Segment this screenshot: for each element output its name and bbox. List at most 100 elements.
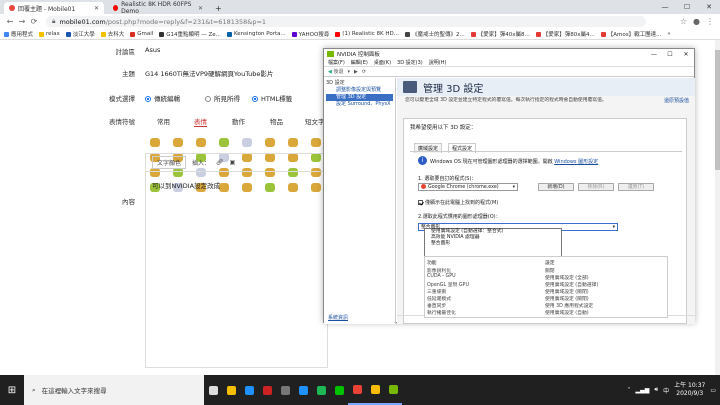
taskbar-search-input[interactable]: ⌕ 在這裡輸入文字來搜尋 — [24, 375, 204, 405]
menu-dots-icon[interactable]: ⋮ — [706, 17, 714, 26]
bookmark-item[interactable]: Gmail — [130, 31, 153, 37]
minimize-button[interactable]: — — [654, 0, 676, 14]
restore-program-button[interactable]: 還原(T) — [618, 183, 654, 191]
bookmark-item[interactable]: relax — [39, 31, 60, 37]
bookmark-more[interactable]: » — [667, 31, 670, 37]
emoji-tab-text[interactable]: 短文字 — [305, 116, 325, 126]
bookmark-apps[interactable]: 應用程式 — [4, 30, 33, 38]
menu-desktop[interactable]: 桌面(K) — [374, 59, 391, 66]
back-dropdown-icon[interactable]: ▾ — [347, 69, 350, 75]
bookmark-item[interactable]: 去科大 — [100, 30, 124, 38]
maximize-button[interactable]: ☐ — [662, 51, 678, 58]
clock[interactable]: 上午 10:37 2020/9/3 — [674, 382, 705, 398]
emoji-icon[interactable] — [219, 138, 229, 147]
emoji-icon[interactable] — [196, 138, 206, 147]
taskbar-app-explorer[interactable] — [222, 375, 240, 405]
tab-close-icon[interactable]: ✕ — [94, 5, 99, 12]
bookmark-item[interactable]: (1) Realistic 8K HD... — [335, 31, 399, 37]
setting-value[interactable]: 使用廣域設定 (關閉) — [545, 295, 589, 302]
volume-icon[interactable]: 🔊︎ — [654, 386, 658, 394]
taskbar-app-spotify[interactable] — [312, 375, 330, 405]
scrollbar-thumb[interactable] — [715, 50, 720, 170]
taskbar-app-chrome2[interactable] — [366, 375, 384, 405]
tab-close-icon[interactable]: ✕ — [198, 5, 203, 12]
forward-arrow-icon[interactable]: ▶ — [354, 69, 358, 75]
emoji-tab-faces[interactable]: 表情 — [194, 116, 207, 127]
refresh-icon[interactable]: ⟳ — [362, 69, 366, 75]
mode-traditional-radio[interactable]: 傳統編輯 — [145, 93, 180, 103]
taskbar-app-line[interactable] — [330, 375, 348, 405]
menu-3d-settings[interactable]: 3D 設定(3) — [397, 59, 423, 66]
taskbar-app-task-view[interactable] — [204, 375, 222, 405]
restore-defaults-link[interactable]: 還原預設值 — [664, 97, 689, 104]
close-button[interactable]: ✕ — [678, 51, 694, 58]
forward-arrow-icon[interactable]: → — [16, 17, 28, 26]
emoji-icon[interactable] — [311, 138, 321, 147]
back-button[interactable]: ◀ 後退 — [328, 68, 343, 75]
bookmark-item[interactable]: YAHOO搜尋 — [291, 30, 329, 38]
tab-realistic-demo[interactable]: Realistic 8K HDR 60FPS Demo ✕ — [108, 1, 208, 15]
taskbar-app-app5[interactable] — [276, 375, 294, 405]
tray-expand-icon[interactable]: ˄ — [627, 387, 630, 394]
windows-start-icon[interactable]: ⊞ — [0, 375, 24, 405]
bookmark-item[interactable]: 淡江大學 — [65, 30, 95, 38]
maximize-button[interactable]: ☐ — [676, 0, 698, 14]
tree-category-3d[interactable]: 3D 設定 — [326, 80, 393, 87]
menu-file[interactable]: 檔案(F) — [328, 59, 345, 66]
setting-value[interactable]: 使用廣域設定 (全部) — [545, 274, 589, 281]
input-language[interactable]: 中 — [663, 386, 669, 395]
mode-html-radio[interactable]: HTML標籤 — [252, 93, 292, 103]
text-color-select[interactable]: 文字顏色 — [152, 156, 187, 169]
network-icon[interactable]: ▂▄▆ — [635, 387, 649, 394]
emoji-tab-objects[interactable]: 物品 — [270, 116, 283, 126]
system-info-link[interactable]: 系統資訊 — [328, 314, 348, 321]
tree-item-image-settings[interactable]: 調整影像設定與預覽 — [326, 87, 393, 94]
bookmark-item[interactable]: G14重點顯明 — Ze... — [159, 30, 221, 38]
setting-value[interactable]: 使用廣域設定 (自動) — [545, 309, 589, 316]
notifications-icon[interactable]: ▭ — [710, 387, 716, 394]
emoji-tab-common[interactable]: 常用 — [157, 116, 170, 126]
link-icon[interactable]: 🔗︎ — [216, 159, 224, 166]
bookmark-item[interactable]: Kensington Porta... — [226, 31, 286, 37]
profile-icon[interactable]: ● — [693, 17, 700, 26]
menu-edit[interactable]: 編輯(E) — [351, 59, 368, 66]
image-icon[interactable]: ▣ — [230, 159, 236, 166]
content-editor[interactable]: 文字顏色 插入： 🔗︎ ▣ 可以到NVIDIA設定改成 — [145, 153, 328, 368]
emoji-icon[interactable] — [150, 138, 160, 147]
menu-help[interactable]: 說明(H) — [429, 59, 447, 66]
emoji-tab-actions[interactable]: 動作 — [232, 116, 245, 126]
tree-item-manage-3d[interactable]: 管理 3D 設定 — [326, 94, 393, 101]
show-found-programs-checkbox[interactable]: 僅顯示在此電腦上找到的程式(M) — [418, 199, 498, 206]
close-button[interactable]: ✕ — [698, 0, 720, 14]
star-icon[interactable]: ☆ — [680, 17, 687, 26]
emoji-icon[interactable] — [242, 138, 252, 147]
windows-graphics-link[interactable]: Windows 圖形設定 — [554, 159, 598, 165]
taskbar-app-app6[interactable] — [294, 375, 312, 405]
mode-wysiwyg-radio[interactable]: 所見所得 — [205, 93, 240, 103]
page-scrollbar[interactable] — [715, 40, 720, 375]
bookmark-item[interactable]: 【愛家】彈40x屬8... — [470, 30, 530, 38]
remove-program-button[interactable]: 移除(R) — [578, 183, 614, 191]
program-select[interactable]: Google Chrome (chrome.exe) ▾ — [418, 183, 518, 191]
bookmark-item[interactable]: 【愛家】彈80x屬4... — [535, 30, 595, 38]
taskbar-app-chrome[interactable] — [348, 375, 366, 405]
new-tab-button[interactable]: + — [210, 2, 224, 14]
minimize-button[interactable]: — — [646, 51, 662, 58]
taskbar-app-store[interactable] — [240, 375, 258, 405]
bookmark-item[interactable]: 【Amos】戰工團達... — [600, 30, 661, 38]
tab-mobile01[interactable]: 回覆主題 - Mobile01 ✕ — [4, 2, 104, 14]
setting-value[interactable]: 使用廣域設定 (自動選擇) — [545, 281, 598, 288]
emoji-icon[interactable] — [173, 138, 183, 147]
gpu-option-integrated[interactable]: 整合圖形 — [425, 241, 561, 247]
setting-value[interactable]: 使用廣域設定 (關閉) — [545, 288, 589, 295]
taskbar-app-nvidia[interactable] — [384, 375, 402, 405]
taskbar-app-media[interactable] — [258, 375, 276, 405]
bookmark-item[interactable]: 《魔戒士的聖傳》2... — [405, 30, 465, 38]
add-program-button[interactable]: 新增(D) — [538, 183, 574, 191]
editor-text[interactable]: 可以到NVIDIA設定改成 — [146, 172, 327, 198]
back-arrow-icon[interactable]: ← — [4, 17, 16, 26]
emoji-icon[interactable] — [288, 138, 298, 147]
setting-value[interactable]: 關閉 — [545, 267, 555, 274]
url-input[interactable]: 🔒︎ mobile01.com/post.php?mode=reply&f=23… — [46, 16, 646, 27]
setting-value[interactable]: 使用 3D 應用程式設定 — [545, 302, 593, 309]
